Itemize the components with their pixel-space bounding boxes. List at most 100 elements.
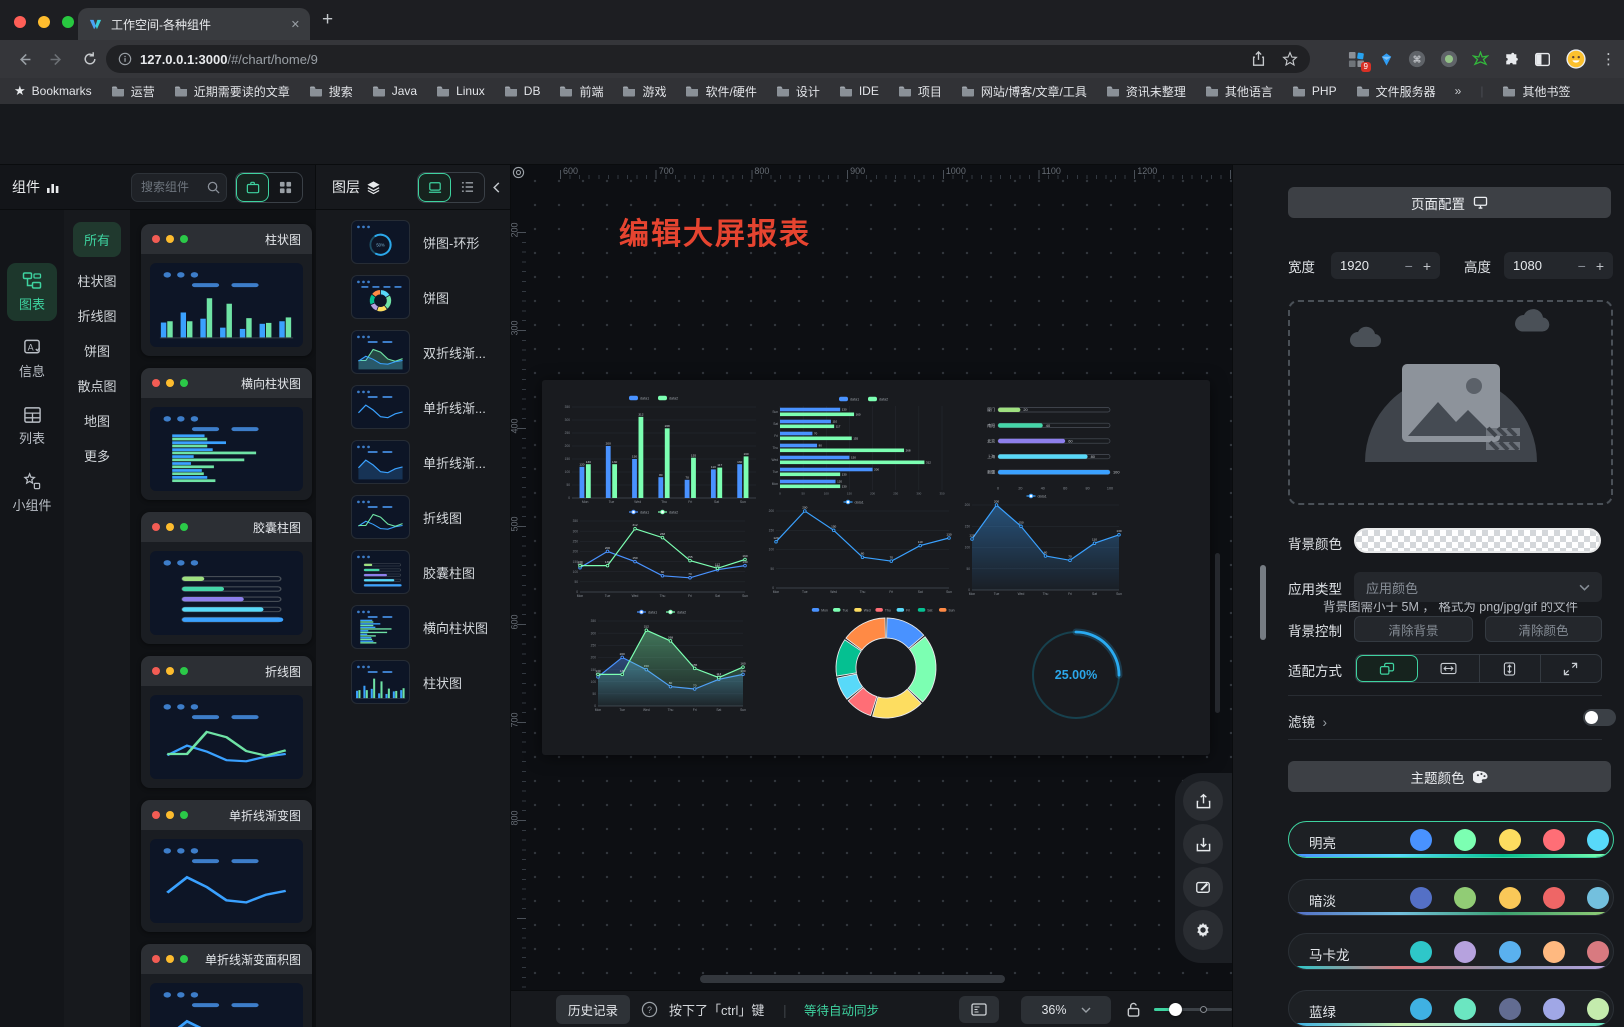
grid-view-toggle[interactable] (269, 173, 302, 202)
layer-item[interactable]: 折线图 (351, 495, 462, 539)
browser-menu-icon[interactable]: ⋮ (1601, 50, 1616, 68)
width-stepper[interactable]: 1920−+ (1331, 252, 1440, 279)
filter-toggle[interactable] (1583, 709, 1616, 726)
component-card[interactable]: 单折线渐变图 (141, 800, 312, 932)
category-item[interactable]: 折线图 (73, 298, 121, 333)
fit-width-option[interactable] (1418, 655, 1479, 682)
sidebar-item-列表[interactable]: 列表 (7, 406, 57, 447)
bookmark-folder[interactable]: 设计 (776, 83, 820, 100)
bookmark-folder[interactable]: 搜索 (309, 83, 353, 100)
fit-scale-option[interactable] (1356, 655, 1418, 682)
category-item[interactable]: 更多 (73, 438, 121, 473)
export-button[interactable] (1183, 781, 1223, 821)
chart-double-line-area[interactable]: data1data2050100150200250300350MonTueWed… (582, 606, 750, 716)
settings-scrollbar[interactable] (1260, 565, 1266, 640)
theme-option-明亮[interactable]: 明亮 (1288, 821, 1614, 858)
sidebar-item-图表[interactable]: 图表 (7, 263, 57, 321)
zoom-select[interactable]: 36% (1021, 991, 1111, 1027)
bookmarks-overflow-icon[interactable]: » (1455, 84, 1462, 98)
chart-double-line[interactable]: data1data2050100150200250300350MonTueWed… (564, 506, 752, 602)
gem-extension-icon[interactable] (1379, 52, 1394, 67)
minus-icon[interactable]: − (1405, 258, 1413, 274)
page-config-header[interactable]: 页面配置 (1288, 187, 1611, 218)
bookmarks-manager[interactable]: ★Bookmarks (14, 83, 92, 99)
bookmark-folder[interactable]: 项目 (898, 83, 942, 100)
app-type-select[interactable]: 应用颜色 (1354, 572, 1602, 602)
layer-item[interactable]: 柱状图 (351, 660, 462, 704)
plus-icon[interactable]: + (1596, 258, 1604, 274)
bookmark-folder[interactable]: PHP (1292, 83, 1337, 100)
slider-knob[interactable] (1169, 1003, 1182, 1016)
component-card[interactable]: 折线图 (141, 656, 312, 788)
share-icon[interactable] (1251, 51, 1266, 67)
forward-icon[interactable] (44, 47, 68, 71)
chart-bar-grouped[interactable]: data1data2050100150200250300350Mon120130… (556, 392, 760, 508)
puzzle-extensions-icon[interactable] (1503, 51, 1520, 68)
clear-background-button[interactable]: 清除背景 (1354, 616, 1473, 642)
theme-option-马卡龙[interactable]: 马卡龙 (1288, 933, 1614, 970)
browser-tab[interactable]: 工作空间-各种组件 ✕ (78, 8, 310, 40)
category-item[interactable]: 所有 (73, 222, 121, 257)
bookmark-folder[interactable]: 软件/硬件 (685, 83, 756, 100)
component-library-toggle[interactable] (236, 173, 269, 202)
layer-item[interactable]: 单折线渐... (351, 385, 486, 429)
tampermonkey-icon[interactable]: 9 (1348, 51, 1365, 68)
profile-avatar[interactable] (1565, 48, 1587, 70)
chart-capsule-bar[interactable]: 厦门20南阳40北京60上海80新疆100020406080100 (976, 396, 1126, 492)
thumbnail-view-toggle[interactable] (418, 173, 451, 202)
site-info-icon[interactable] (118, 52, 132, 66)
ruler-eye-icon[interactable] (512, 166, 526, 179)
theme-color-header[interactable]: 主题颜色 (1288, 761, 1611, 792)
new-tab-button[interactable]: + (322, 9, 333, 31)
star-extension-icon[interactable] (1472, 51, 1489, 68)
fit-height-option[interactable] (1480, 655, 1541, 682)
component-card[interactable]: 横向柱状图 (141, 368, 312, 500)
canvas-heading-text[interactable]: 编辑大屏报表 (619, 209, 811, 253)
bookmark-star-icon[interactable] (1282, 51, 1298, 67)
reload-icon[interactable] (78, 47, 102, 71)
bookmark-folder[interactable]: 近期需要读的文章 (174, 83, 290, 100)
category-item[interactable]: 地图 (73, 403, 121, 438)
layer-item[interactable]: 饼图 (351, 275, 449, 319)
other-bookmarks-folder[interactable]: 其他书签 (1502, 83, 1570, 100)
window-close-button[interactable] (14, 16, 26, 28)
sidebar-icon[interactable] (1534, 51, 1551, 68)
height-stepper[interactable]: 1080−+ (1504, 252, 1613, 279)
clear-color-button[interactable]: 清除颜色 (1485, 616, 1602, 642)
bookmark-folder[interactable]: DB (504, 83, 541, 100)
chart-progress-ring[interactable]: 25.00% (1028, 626, 1124, 724)
dashboard-board[interactable]: data1data2050100150200250300350Mon120130… (542, 380, 1210, 755)
collapse-chevron-icon[interactable] (491, 181, 502, 194)
zoom-slider[interactable] (1154, 991, 1232, 1027)
layer-item[interactable]: 双折线渐... (351, 330, 486, 374)
layer-item[interactable]: 横向柱状图 (351, 605, 488, 649)
horizontal-scrollbar[interactable] (700, 975, 1005, 983)
chart-donut-pie[interactable]: MonTueWedThuFriSatSun (774, 602, 998, 720)
category-item[interactable]: 柱状图 (73, 263, 121, 298)
category-item[interactable]: 散点图 (73, 368, 121, 403)
recorder-extension-icon[interactable] (1440, 50, 1458, 68)
history-button[interactable]: 历史记录 (556, 991, 630, 1027)
bookmark-folder[interactable]: 文件服务器 (1356, 83, 1436, 100)
chart-horizontal-bar[interactable]: data1data2050100150200250300350Sun130160… (764, 394, 956, 498)
background-upload-area[interactable]: 背景图需小于 5M ， 格式为 png/jpg/gif 的文件 (1288, 300, 1613, 505)
theme-option-蓝绿[interactable]: 蓝绿 (1288, 990, 1614, 1027)
bookmark-folder[interactable]: 前端 (559, 83, 603, 100)
theme-option-暗淡[interactable]: 暗淡 (1288, 879, 1614, 916)
sidebar-item-小组件[interactable]: 小组件 (7, 472, 57, 514)
chart-single-line[interactable]: data1050100150200MonTueWedThuFriSatSun12… (760, 496, 956, 598)
minus-icon[interactable]: − (1578, 258, 1586, 274)
component-card[interactable]: 单折线渐变面积图 (141, 944, 312, 1027)
chart-single-line-area[interactable]: data1050100150200MonTueWedThuFriSatSun12… (956, 490, 1126, 600)
minimap-button[interactable] (959, 991, 999, 1027)
component-card[interactable]: 胶囊柱图 (141, 512, 312, 644)
plus-icon[interactable]: + (1423, 258, 1431, 274)
component-card[interactable]: 柱状图 (141, 224, 312, 356)
fit-stretch-option[interactable] (1541, 655, 1601, 682)
tab-close-icon[interactable]: ✕ (291, 18, 300, 31)
bookmark-folder[interactable]: 其他语言 (1205, 83, 1273, 100)
window-minimize-button[interactable] (38, 16, 50, 28)
bookmark-folder[interactable]: 游戏 (622, 83, 666, 100)
settings-gear-icon[interactable] (1183, 910, 1223, 950)
window-zoom-button[interactable] (62, 16, 74, 28)
